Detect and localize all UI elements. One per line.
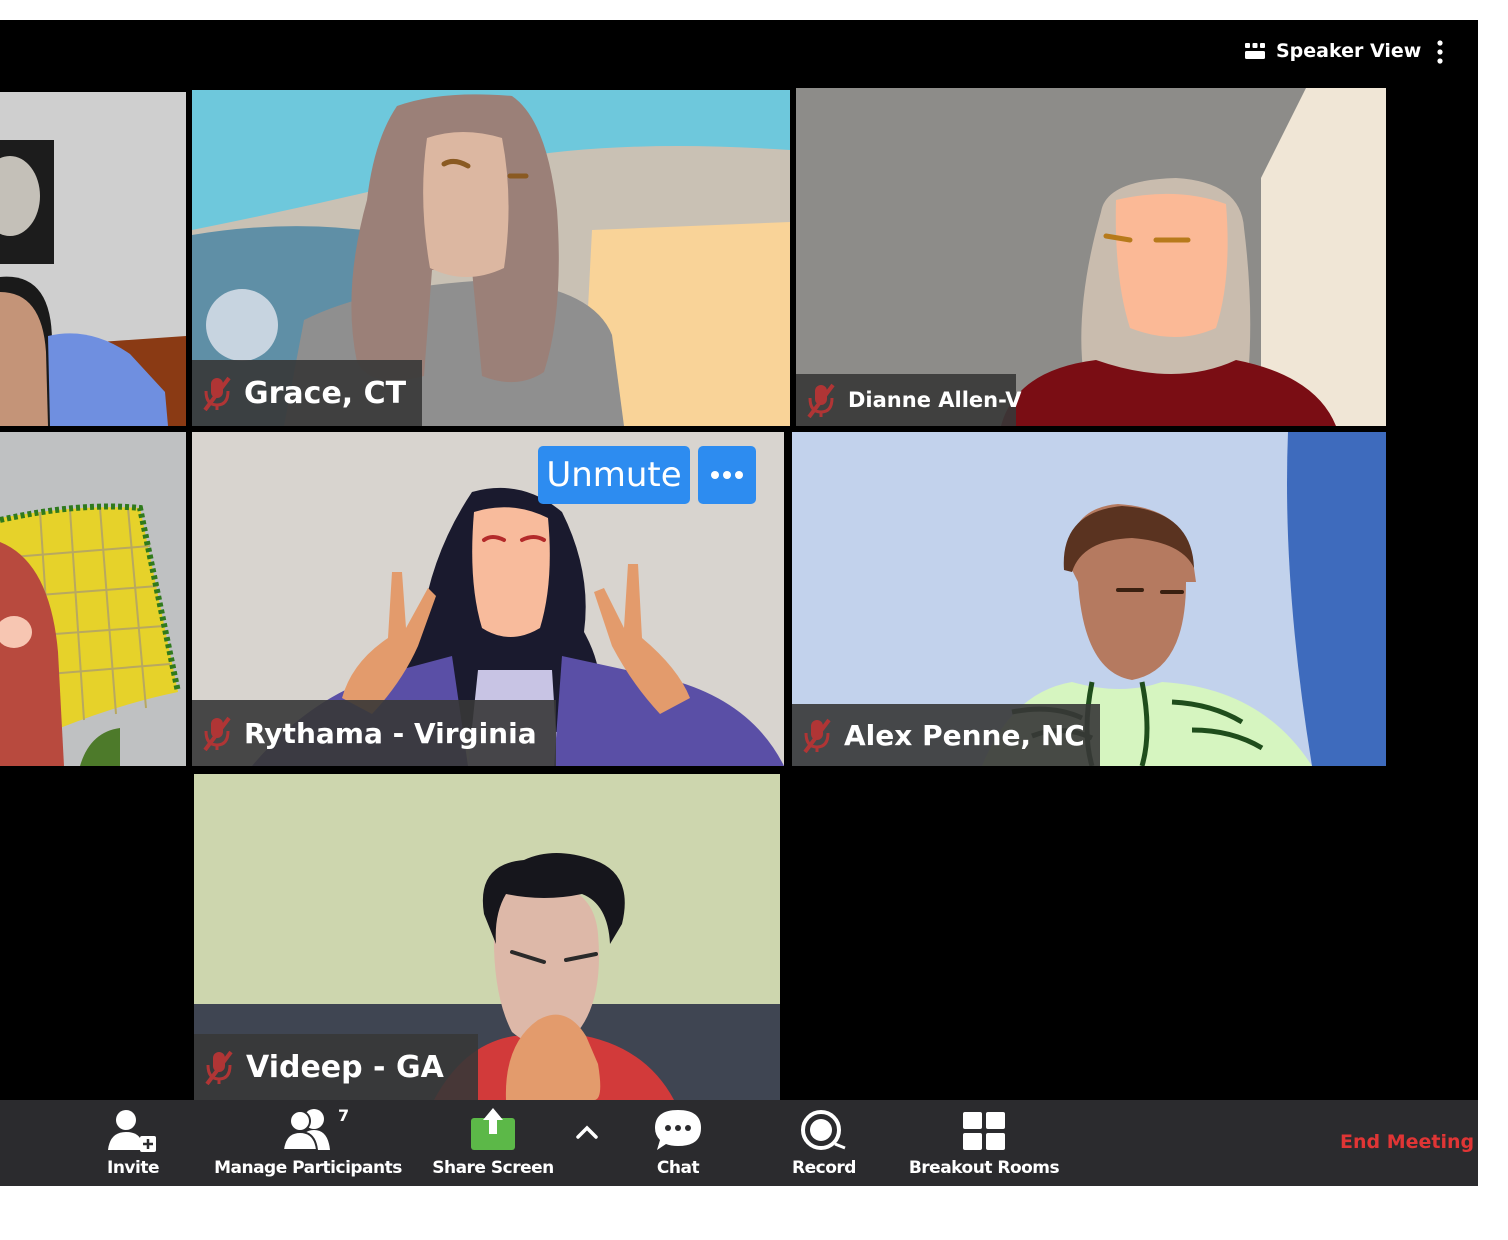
invite-button[interactable]: Invite (100, 1106, 166, 1178)
breakout-rooms-button[interactable]: Breakout Rooms (904, 1106, 1064, 1178)
participant-video (0, 432, 186, 766)
participant-video (0, 92, 186, 426)
add-user-icon (108, 1110, 156, 1152)
participant-name-tag: Grace, CT (192, 360, 422, 426)
grid-icon (1245, 43, 1265, 59)
end-meeting-button[interactable]: End Meeting (1340, 1131, 1474, 1153)
meeting-toolbar: Invite Manage Participants 7 Share Scree… (0, 1100, 1478, 1186)
chevron-up-icon[interactable] (572, 1120, 602, 1144)
unmute-button[interactable]: Unmute (538, 446, 690, 504)
manage-participants-button[interactable]: Manage Participants (210, 1106, 406, 1178)
video-tile-grace[interactable]: Grace, CT (192, 90, 790, 426)
manage-participants-label: Manage Participants (214, 1158, 402, 1178)
video-tile-videep[interactable]: Videep - GA (194, 774, 780, 1100)
top-bar: Speaker View (0, 20, 1478, 86)
vertical-ellipsis-icon[interactable] (1430, 38, 1450, 66)
meeting-window: Speaker View Grace, CT Dianne Allen-V Un… (0, 20, 1478, 1186)
breakout-rooms-label: Breakout Rooms (908, 1158, 1060, 1178)
video-tile-partial-middle[interactable] (0, 432, 186, 766)
muted-microphone-icon (807, 383, 835, 418)
participant-name: Rythama - Virginia (244, 716, 537, 750)
participant-name-tag: Rythama - Virginia (192, 700, 556, 766)
video-tile-alex[interactable]: Alex Penne, NC (792, 432, 1386, 766)
muted-microphone-icon (205, 1050, 233, 1085)
chat-button[interactable]: Chat (650, 1106, 706, 1178)
record-button[interactable]: Record (786, 1106, 862, 1178)
participant-name: Dianne Allen-V (848, 388, 1022, 412)
participant-name: Videep - GA (246, 1049, 444, 1085)
speaker-view-label: Speaker View (1276, 40, 1422, 62)
participant-name: Grace, CT (244, 375, 407, 411)
participant-name-tag: Videep - GA (194, 1034, 478, 1100)
share-screen-icon (471, 1108, 515, 1150)
share-screen-button[interactable]: Share Screen (428, 1106, 558, 1178)
speaker-view-button[interactable]: Speaker View (1244, 38, 1421, 64)
share-screen-label: Share Screen (432, 1158, 554, 1178)
chat-icon (655, 1110, 701, 1150)
breakout-rooms-icon (963, 1112, 1005, 1150)
invite-label: Invite (107, 1158, 160, 1178)
video-tile-dianne[interactable]: Dianne Allen-V (796, 88, 1386, 426)
muted-microphone-icon (803, 718, 831, 753)
participant-name: Alex Penne, NC (844, 718, 1085, 752)
participant-count-badge: 7 (338, 1106, 350, 1125)
participant-name-tag: Alex Penne, NC (792, 704, 1100, 766)
participants-icon (281, 1109, 330, 1151)
video-tile-rythama[interactable]: Unmute Rythama - Virginia (192, 432, 784, 766)
muted-microphone-icon (203, 376, 231, 411)
record-icon (801, 1110, 846, 1150)
participant-name-tag: Dianne Allen-V (796, 374, 1022, 426)
record-label: Record (792, 1158, 856, 1178)
horizontal-ellipsis-icon[interactable] (698, 446, 756, 504)
chat-label: Chat (656, 1158, 700, 1178)
muted-microphone-icon (203, 716, 231, 751)
video-tile-partial-top[interactable] (0, 92, 186, 426)
